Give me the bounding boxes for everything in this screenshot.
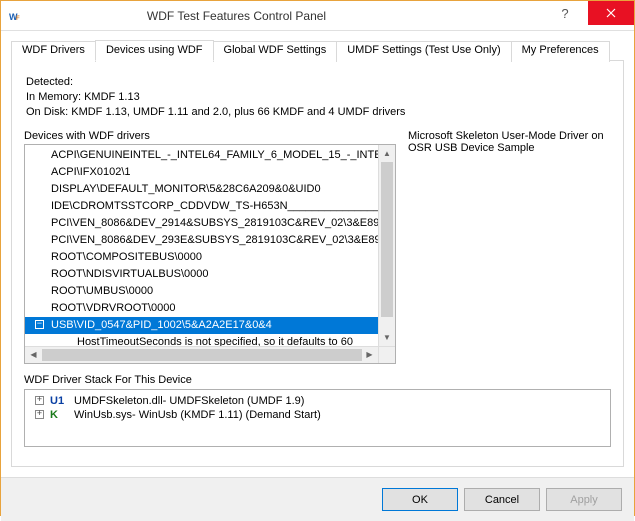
tab-panel: Detected: In Memory: KMDF 1.13 On Disk: … xyxy=(11,61,624,467)
collapse-icon[interactable]: − xyxy=(35,320,44,329)
stack-text: UMDFSkeleton.dll- UMDFSkeleton (UMDF 1.9… xyxy=(74,395,304,407)
list-item[interactable]: IDE\CDROMTSSTCORP_CDDVDW_TS-H653N_______… xyxy=(25,198,378,215)
content-area: WDF Drivers Devices using WDF Global WDF… xyxy=(1,31,634,477)
scroll-down-icon[interactable]: ▼ xyxy=(379,329,395,346)
stack-marker-umdf: U1 xyxy=(50,395,68,407)
close-button[interactable] xyxy=(588,1,634,25)
horizontal-scrollbar[interactable]: ◀ ▶ xyxy=(25,346,378,363)
driver-stack-listbox[interactable]: + U1 UMDFSkeleton.dll- UMDFSkeleton (UMD… xyxy=(24,389,611,447)
expand-icon[interactable]: + xyxy=(35,396,44,405)
svg-text:F: F xyxy=(16,16,20,22)
list-item[interactable]: PCI\VEN_8086&DEV_2914&SUBSYS_2819103C&RE… xyxy=(25,215,378,232)
apply-button: Apply xyxy=(546,488,622,511)
list-item[interactable]: ROOT\COMPOSITEBUS\0000 xyxy=(25,249,378,266)
tab-devices-using-wdf[interactable]: Devices using WDF xyxy=(95,40,214,61)
list-item[interactable]: PCI\VEN_8086&DEV_293E&SUBSYS_2819103C&RE… xyxy=(25,232,378,249)
tab-umdf-settings[interactable]: UMDF Settings (Test Use Only) xyxy=(336,41,511,62)
cancel-button[interactable]: Cancel xyxy=(464,488,540,511)
stack-row[interactable]: + K WinUsb.sys- WinUsb (KMDF 1.11) (Dema… xyxy=(31,408,604,422)
list-item[interactable]: ROOT\UMBUS\0000 xyxy=(25,283,378,300)
tab-global-wdf-settings[interactable]: Global WDF Settings xyxy=(213,41,338,62)
window-title: WDF Test Features Control Panel xyxy=(31,9,442,23)
detected-heading: Detected: xyxy=(26,75,611,90)
devices-listbox[interactable]: ACPI\GENUINEINTEL_-_INTEL64_FAMILY_6_MOD… xyxy=(24,144,396,364)
tab-my-preferences[interactable]: My Preferences xyxy=(511,41,610,62)
wdf-logo-icon: WF xyxy=(9,8,25,24)
titlebar: WF WDF Test Features Control Panel ? xyxy=(1,1,634,31)
scroll-thumb-h[interactable] xyxy=(42,349,362,361)
expand-icon[interactable]: + xyxy=(35,410,44,419)
tab-wdf-drivers[interactable]: WDF Drivers xyxy=(11,41,96,62)
detected-block: Detected: In Memory: KMDF 1.13 On Disk: … xyxy=(26,75,611,120)
tab-strip: WDF Drivers Devices using WDF Global WDF… xyxy=(11,39,624,61)
devices-list-label: Devices with WDF drivers xyxy=(24,130,396,142)
selected-device-text: USB\VID_0547&PID_1002\5&A2A2E17&0&4 xyxy=(51,319,272,331)
list-item[interactable]: DISPLAY\DEFAULT_MONITOR\5&28C6A209&0&UID… xyxy=(25,181,378,198)
dialog-footer: OK Cancel Apply xyxy=(1,477,634,521)
scroll-right-icon[interactable]: ▶ xyxy=(361,347,378,363)
stack-row[interactable]: + U1 UMDFSkeleton.dll- UMDFSkeleton (UMD… xyxy=(31,394,604,408)
help-button[interactable]: ? xyxy=(542,1,588,25)
stack-text: WinUsb.sys- WinUsb (KMDF 1.11) (Demand S… xyxy=(74,409,321,421)
list-item[interactable]: ROOT\VDRVROOT\0000 xyxy=(25,300,378,317)
list-item-selected[interactable]: − USB\VID_0547&PID_1002\5&A2A2E17&0&4 xyxy=(25,317,378,334)
device-description: Microsoft Skeleton User-Mode Driver on O… xyxy=(408,130,611,364)
scroll-sizer xyxy=(378,346,395,363)
list-item[interactable]: ROOT\NDISVIRTUALBUS\0000 xyxy=(25,266,378,283)
detected-memory: In Memory: KMDF 1.13 xyxy=(26,90,611,105)
list-item-child[interactable]: HostTimeoutSeconds is not specified, so … xyxy=(25,334,378,346)
stack-label: WDF Driver Stack For This Device xyxy=(24,374,611,386)
stack-marker-kmdf: K xyxy=(50,409,68,421)
list-item[interactable]: ACPI\GENUINEINTEL_-_INTEL64_FAMILY_6_MOD… xyxy=(25,147,378,164)
scroll-thumb[interactable] xyxy=(381,162,393,317)
ok-button[interactable]: OK xyxy=(382,488,458,511)
vertical-scrollbar[interactable]: ▲ ▼ xyxy=(378,145,395,346)
scroll-left-icon[interactable]: ◀ xyxy=(25,347,42,363)
detected-disk: On Disk: KMDF 1.13, UMDF 1.11 and 2.0, p… xyxy=(26,105,611,120)
scroll-up-icon[interactable]: ▲ xyxy=(379,145,395,162)
list-item[interactable]: ACPI\IFX0102\1 xyxy=(25,164,378,181)
